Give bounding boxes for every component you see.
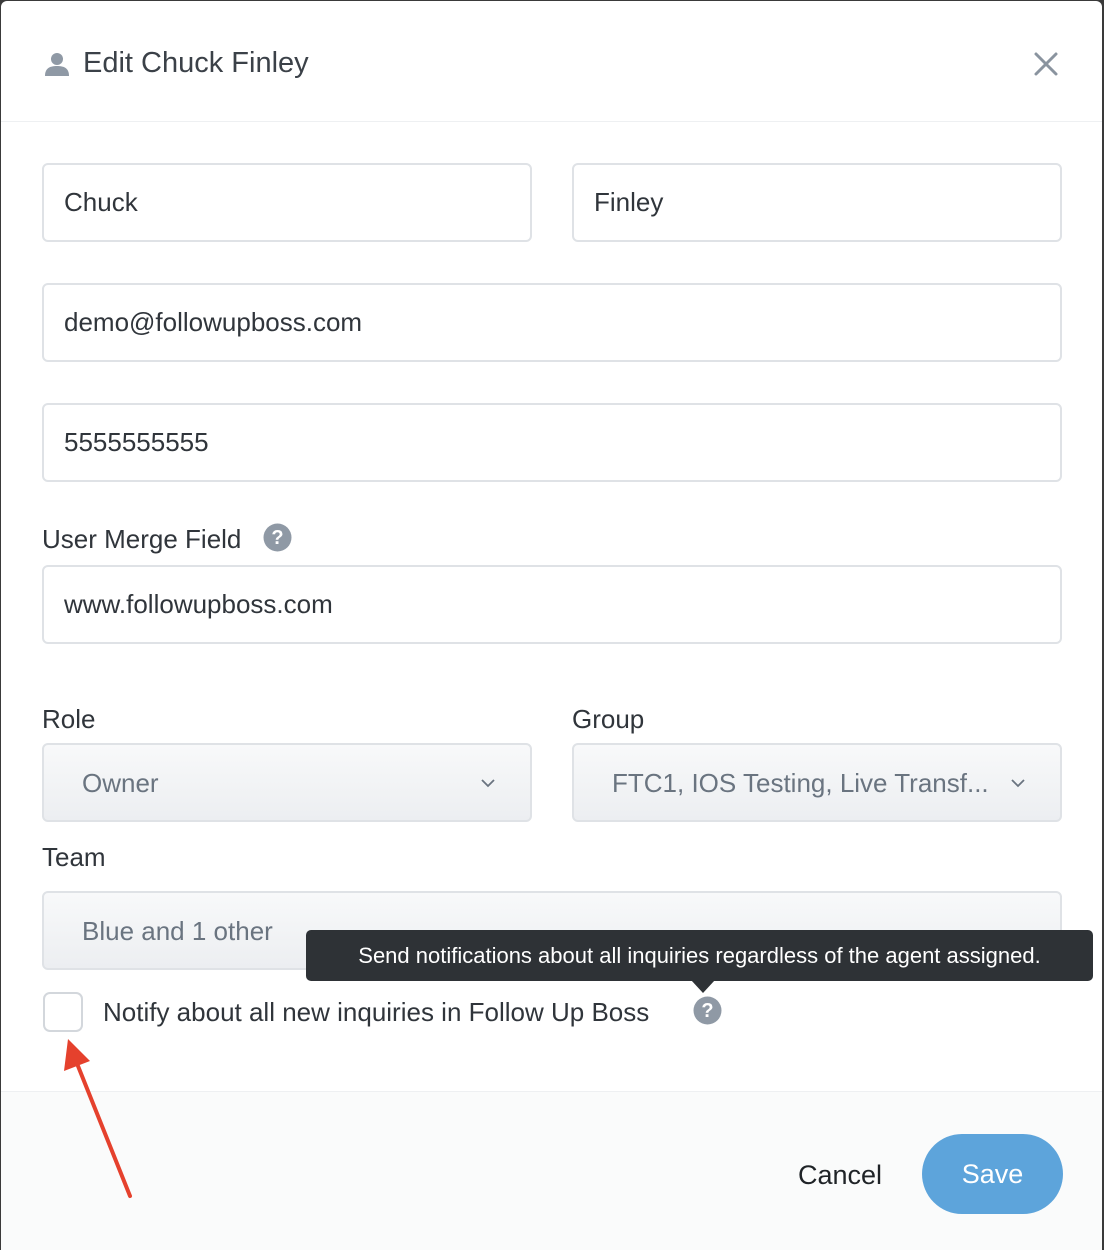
modal-title: Edit Chuck Finley (83, 47, 309, 79)
team-select-value: Blue and 1 other (82, 916, 273, 946)
close-icon[interactable] (1029, 47, 1063, 81)
user-icon (45, 53, 69, 76)
role-select[interactable]: Owner (42, 743, 532, 822)
svg-text:?: ? (701, 1000, 713, 1022)
notify-label: Notify about all new inquiries in Follow… (103, 997, 650, 1027)
first-name-input[interactable] (42, 163, 532, 242)
notify-tooltip: Send notifications about all inquiries r… (306, 930, 1093, 981)
group-label: Group (572, 704, 645, 734)
notify-checkbox[interactable] (43, 992, 83, 1032)
cancel-button[interactable]: Cancel (781, 1153, 899, 1197)
group-select[interactable]: FTC1, IOS Testing, Live Transf... (572, 743, 1062, 822)
role-label: Role (42, 704, 96, 734)
chevron-down-icon (481, 779, 495, 788)
merge-field-input[interactable] (42, 565, 1062, 644)
merge-field-label: User Merge Field (42, 524, 242, 554)
chevron-down-icon (1011, 779, 1025, 788)
help-icon[interactable]: ? (263, 523, 292, 552)
edit-user-modal: Edit Chuck Finley User Merge Field ? Rol… (1, 1, 1102, 1250)
last-name-input[interactable] (572, 163, 1062, 242)
svg-text:?: ? (271, 527, 283, 549)
help-icon[interactable]: ? (693, 996, 722, 1025)
modal-header: Edit Chuck Finley (1, 1, 1102, 122)
email-input[interactable] (42, 283, 1062, 362)
group-select-value: FTC1, IOS Testing, Live Transf... (612, 768, 989, 798)
team-label: Team (42, 842, 106, 872)
role-select-value: Owner (82, 768, 159, 798)
phone-input[interactable] (42, 403, 1062, 482)
save-button[interactable]: Save (922, 1134, 1063, 1214)
annotation-arrow-icon (64, 1039, 132, 1198)
tooltip-arrow (691, 980, 715, 993)
